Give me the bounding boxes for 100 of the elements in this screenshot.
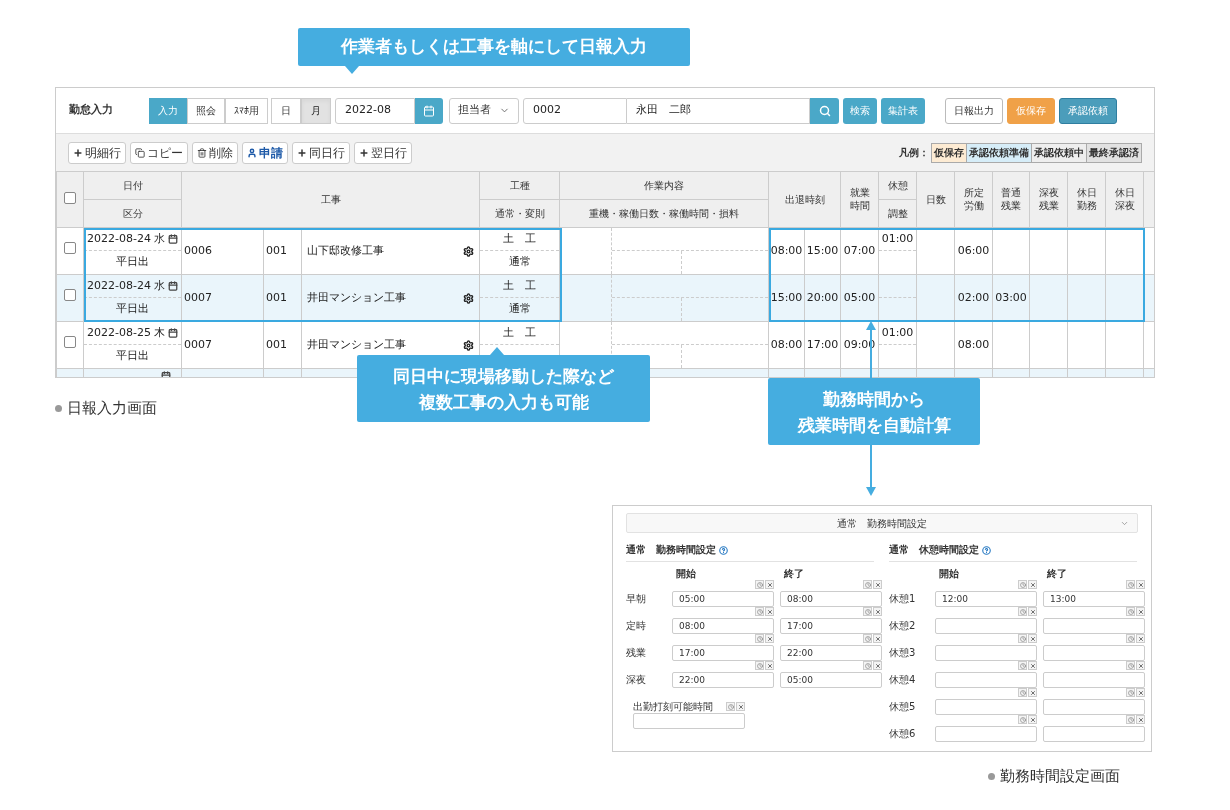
clear-button[interactable] [1028, 688, 1037, 697]
period-tab[interactable]: 日 [271, 97, 301, 124]
time-field[interactable]: 17:00 [672, 645, 774, 661]
time-field[interactable]: 08:00 [672, 618, 774, 634]
clock-button[interactable] [755, 634, 764, 643]
row-tool-button[interactable]: 翌日行 [354, 141, 412, 164]
clear-button[interactable] [1136, 634, 1145, 643]
checkbox[interactable] [64, 242, 76, 255]
time-field[interactable]: 05:00 [780, 672, 882, 688]
clock-button[interactable] [755, 607, 764, 616]
project-code-cell: 0007 [184, 337, 212, 351]
row-tool-button[interactable]: 同日行 [292, 141, 350, 164]
clock-button[interactable] [1018, 634, 1027, 643]
clock-button[interactable] [755, 580, 764, 589]
clear-button[interactable] [873, 661, 882, 670]
time-cell: 02:00 [957, 290, 990, 304]
clock-button[interactable] [1126, 607, 1135, 616]
calendar-icon[interactable] [168, 281, 178, 291]
row-tool-button[interactable]: コピー [130, 141, 188, 164]
clear-button[interactable] [765, 634, 774, 643]
clear-button[interactable] [1028, 715, 1037, 724]
calendar-button[interactable] [415, 97, 443, 124]
checkbox[interactable] [64, 289, 76, 302]
clock-button[interactable] [726, 702, 735, 711]
clear-button[interactable] [1136, 661, 1145, 670]
time-field[interactable]: 22:00 [672, 672, 774, 688]
period-tab[interactable]: 月 [301, 97, 331, 124]
clock-button[interactable] [863, 661, 872, 670]
clear-button[interactable] [1028, 580, 1037, 589]
time-field[interactable] [935, 618, 1037, 634]
clear-button[interactable] [1028, 607, 1037, 616]
clock-icon [756, 662, 763, 669]
legend-chip: 最終承認済 [1086, 143, 1141, 162]
clear-button[interactable] [736, 702, 745, 711]
gear-icon[interactable] [463, 245, 474, 257]
clock-button[interactable] [1126, 688, 1135, 697]
time-field[interactable]: 08:00 [780, 591, 882, 607]
time-field[interactable] [935, 645, 1037, 661]
code-field[interactable]: 0002 [523, 97, 627, 124]
mode-tab[interactable]: ｽﾏﾎ用 [225, 97, 268, 124]
clock-button[interactable] [1126, 634, 1135, 643]
search-button[interactable] [810, 97, 839, 124]
time-field[interactable]: 22:00 [780, 645, 882, 661]
clock-button[interactable] [863, 607, 872, 616]
clear-button[interactable] [873, 580, 882, 589]
clock-button[interactable] [1126, 715, 1135, 724]
clock-button[interactable] [1126, 580, 1135, 589]
time-field[interactable]: 05:00 [672, 591, 774, 607]
calendar-icon[interactable] [168, 328, 178, 338]
close-icon [1029, 635, 1036, 642]
clear-button[interactable] [765, 661, 774, 670]
clear-button[interactable] [873, 634, 882, 643]
help-icon [982, 545, 991, 555]
time-field[interactable]: 13:00 [1043, 591, 1145, 607]
clock-button[interactable] [1018, 688, 1027, 697]
gear-icon[interactable] [463, 292, 474, 304]
clear-button[interactable] [1136, 715, 1145, 724]
clear-button[interactable] [1136, 607, 1145, 616]
calendar-icon[interactable] [168, 234, 178, 244]
time-field[interactable] [1043, 699, 1145, 715]
clock-button[interactable] [1018, 715, 1027, 724]
input-field[interactable] [633, 713, 745, 729]
row-label: 休憩6 [889, 728, 917, 741]
action-button[interactable]: 日報出力 [945, 97, 1003, 124]
project-code-cell: 0007 [184, 290, 212, 304]
time-field[interactable] [1043, 645, 1145, 661]
clock-button[interactable] [863, 580, 872, 589]
month-field[interactable]: 2022-08 [335, 97, 415, 124]
clear-button[interactable] [765, 607, 774, 616]
clock-button[interactable] [755, 661, 764, 670]
clear-button[interactable] [765, 580, 774, 589]
time-field[interactable] [935, 726, 1037, 742]
name-field[interactable]: 永田 二郎 [627, 97, 810, 124]
clock-button[interactable] [1126, 661, 1135, 670]
clear-button[interactable] [1136, 688, 1145, 697]
time-field[interactable]: 12:00 [935, 591, 1037, 607]
clock-icon [1127, 716, 1134, 723]
clock-button[interactable] [863, 634, 872, 643]
time-field[interactable] [1043, 672, 1145, 688]
filter-select[interactable]: 担当者 [449, 97, 519, 124]
time-field[interactable] [935, 672, 1037, 688]
clear-button[interactable] [1028, 634, 1037, 643]
checkbox[interactable] [64, 336, 76, 349]
clear-button[interactable] [1136, 580, 1145, 589]
time-field[interactable] [1043, 726, 1145, 742]
clock-button[interactable] [1018, 580, 1027, 589]
clock-button[interactable] [1018, 607, 1027, 616]
clear-button[interactable] [1028, 661, 1037, 670]
clear-button[interactable] [873, 607, 882, 616]
time-field[interactable]: 17:00 [780, 618, 882, 634]
mode-tab[interactable]: 照会 [187, 97, 225, 124]
row-tool-button[interactable]: 明細行 [68, 141, 126, 164]
time-field[interactable] [935, 699, 1037, 715]
checkbox[interactable] [64, 191, 76, 204]
accordion-header[interactable]: 通常 勤務時間設定 [626, 513, 1138, 533]
row-tool-button[interactable]: 申請 [242, 141, 288, 164]
clock-button[interactable] [1018, 661, 1027, 670]
time-field[interactable] [1043, 618, 1145, 634]
gear-icon[interactable] [463, 339, 474, 351]
row-tool-button[interactable]: 削除 [192, 141, 238, 164]
